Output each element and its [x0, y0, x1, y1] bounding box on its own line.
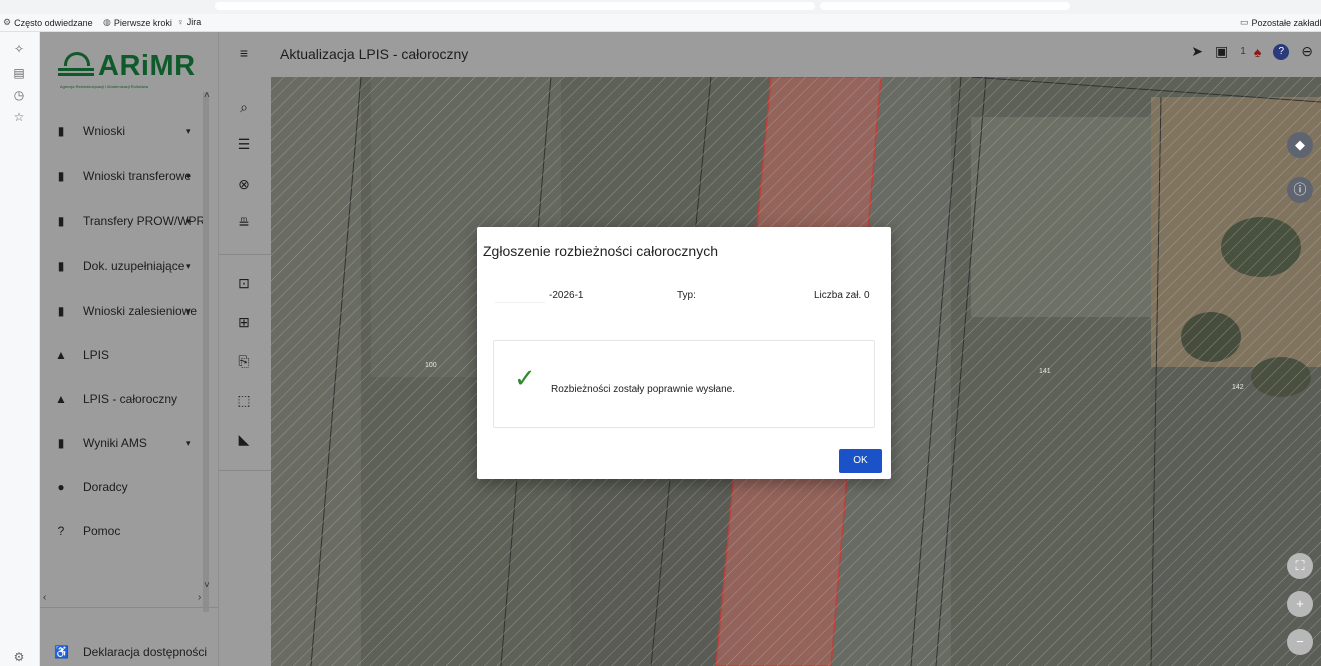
browser-sidebar: ✧ ▤ ◷ ☆ ⚙ [0, 32, 40, 666]
bookmark-frequent[interactable]: ⚙ Często odwiedzane [3, 17, 93, 28]
ok-button[interactable]: OK [839, 449, 882, 473]
alert-square-icon[interactable]: ⊞ [233, 311, 255, 333]
zoom-in-button[interactable]: + [1287, 591, 1313, 617]
chevron-down-icon: ▾ [186, 215, 191, 226]
menu-icon[interactable]: ≡ [233, 42, 255, 64]
nav-item-wnioski[interactable]: ▮ Wnioski ▾ [40, 116, 210, 146]
clipboard-icon: ▮ [57, 214, 65, 228]
document-search-icon[interactable]: ⎘ [233, 350, 255, 372]
dashed-square-icon[interactable]: ⬚ [233, 389, 255, 411]
parcel-label: 100 [425, 362, 437, 369]
notification-count: 1 [1240, 46, 1246, 57]
mountain-icon: ▲ [55, 392, 67, 406]
clipboard-icon: ▮ [57, 436, 65, 450]
chevron-down-icon: ▾ [186, 125, 191, 136]
app-sidebar: ARiMR Agencja Restrukturyzacji i Moderni… [40, 32, 218, 666]
other-bookmarks[interactable]: ▭ Pozostałe zakładki [1240, 17, 1321, 28]
address-bar[interactable] [215, 2, 815, 10]
accessibility-icon: ♿ [54, 645, 69, 659]
doc-number: -2026-1 [549, 290, 584, 301]
chevron-down-icon: ▾ [186, 437, 191, 448]
nav-item-wnioski-transferowe[interactable]: ▮ Wnioski transferowe ▾ [40, 161, 210, 191]
nav-item-dok-uzupelniajace[interactable]: ▮ Dok. uzupełniające ▾ [40, 251, 210, 281]
person-icon: ● [57, 480, 65, 494]
layers-button[interactable]: ◆ [1287, 132, 1313, 158]
star-icon[interactable]: ☆ [11, 110, 27, 124]
page-title: Aktualizacja LPIS - całoroczny [280, 46, 469, 62]
clipboard-icon: ▮ [57, 259, 65, 273]
nav-item-transfery[interactable]: ▮ Transfery PROW/WPR ▾ [40, 206, 210, 236]
dialog-title: Zgłoszenie rozbieżności całorocznych [483, 243, 718, 259]
help-icon: ? [57, 524, 65, 538]
mountain-icon: ▲ [55, 348, 67, 362]
info-button[interactable]: ⓘ [1287, 177, 1313, 203]
save-icon[interactable]: ▣ [1215, 43, 1228, 60]
sparkle-icon[interactable]: ✧ [11, 42, 27, 56]
history-icon[interactable]: ◷ [11, 88, 27, 102]
clipboard-icon: ▮ [57, 304, 65, 318]
browser-tab-strip [0, 0, 1321, 14]
app-header: Aktualizacja LPIS - całoroczny ➤ ▣ 1 ♠ ?… [271, 32, 1321, 77]
search-icon[interactable]: ⌕ [233, 96, 255, 118]
nav-item-lpis-caloroczny[interactable]: ▲ LPIS - całoroczny [40, 384, 210, 414]
scroll-down-icon[interactable]: ˅ [204, 580, 210, 591]
clipboard-icon: ▮ [57, 124, 65, 138]
chevron-down-icon: ▾ [186, 305, 191, 316]
scroll-up-icon[interactable]: ˄ [204, 90, 210, 101]
attachments-count: Liczba zał. 0 [814, 290, 870, 301]
gear-icon: ⚙ [3, 17, 12, 27]
bookmark-jira[interactable]: ♀ Jira [177, 17, 201, 27]
chevron-down-icon: ▾ [186, 260, 191, 271]
help-icon[interactable]: ? [1273, 43, 1290, 60]
folder-icon: ▭ [1240, 17, 1249, 27]
success-message: Rozbieżności zostały poprawnie wysłane. [551, 384, 735, 395]
map-tools-column: ≡ ⌕ ☰ ⊗ ≞ ⊡ ⊞ ⎘ ⬚ ◣ [218, 32, 272, 666]
bookmarks-bar: ⚙ Często odwiedzane ◍ Pierwsze kroki ♀ J… [0, 14, 1321, 32]
cancel-circle-icon[interactable]: ⊗ [233, 173, 255, 195]
bookmark-first-steps[interactable]: ◍ Pierwsze kroki [103, 17, 172, 28]
nav-scrollbar[interactable] [203, 92, 209, 612]
zoom-out-button[interactable]: − [1287, 629, 1313, 655]
fullscreen-button[interactable]: ⛶ [1287, 553, 1313, 579]
type-label: Typ: [677, 290, 696, 301]
doc-number-prefix [495, 288, 545, 303]
select-area-icon[interactable]: ⊡ [233, 272, 255, 294]
search-bar[interactable] [820, 2, 1070, 10]
list-alert-icon[interactable]: ≞ [233, 212, 255, 234]
nav-item-wyniki-ams[interactable]: ▮ Wyniki AMS ▾ [40, 428, 210, 458]
scroll-right-icon[interactable]: › [198, 592, 201, 603]
scroll-left-icon[interactable]: ‹ [43, 592, 46, 603]
nav-divider [40, 607, 218, 608]
dialog-meta-row: -2026-1 Typ: Liczba zał. 0 [477, 290, 891, 306]
tabs-icon[interactable]: ▤ [11, 66, 27, 80]
parcel-label: 142 [1232, 384, 1244, 391]
parcel-label: 141 [1039, 368, 1051, 375]
success-message-box: ✓ Rozbieżności zostały poprawnie wysłane… [493, 340, 875, 428]
checkmark-icon: ✓ [514, 363, 536, 393]
nav-item-lpis[interactable]: ▲ LPIS [40, 340, 210, 370]
chevron-down-icon: ▾ [186, 170, 191, 181]
measure-angle-icon[interactable]: ◣ [233, 428, 255, 450]
settings-icon[interactable]: ⚙ [11, 650, 27, 664]
account-icon[interactable]: ⊖ [1301, 43, 1313, 60]
globe-icon: ◍ [103, 17, 111, 27]
send-icon[interactable]: ➤ [1191, 43, 1203, 60]
discrepancy-dialog: Zgłoszenie rozbieżności całorocznych -20… [477, 227, 891, 479]
nav-item-pomoc[interactable]: ? Pomoc [40, 516, 210, 546]
nav-item-wnioski-zalesieniowe[interactable]: ▮ Wnioski zalesieniowe ▾ [40, 296, 210, 326]
nav-item-deklaracja-dostepnosci[interactable]: ♿ Deklaracja dostępności [40, 637, 210, 666]
jira-icon: ♀ [177, 17, 184, 27]
arimr-logo[interactable]: ARiMR Agencja Restrukturyzacji i Moderni… [58, 46, 208, 96]
list-icon[interactable]: ☰ [233, 133, 255, 155]
nav-item-doradcy[interactable]: ● Doradcy [40, 472, 210, 502]
clipboard-icon: ▮ [57, 169, 65, 183]
bell-icon[interactable]: ♠ [1254, 44, 1261, 60]
